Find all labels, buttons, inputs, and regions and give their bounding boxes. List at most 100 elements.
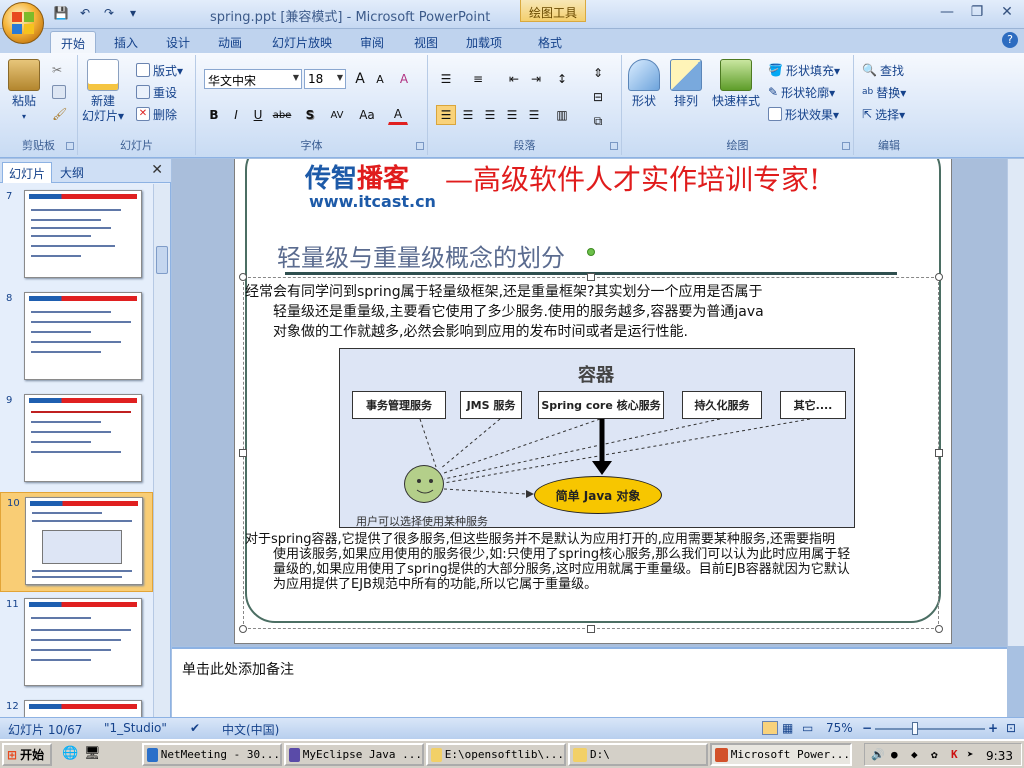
tray-icon[interactable]: ◆ [911, 748, 918, 761]
zoom-slider[interactable] [875, 728, 985, 730]
fit-to-window-icon[interactable]: ⊡ [1006, 721, 1016, 735]
cut-button[interactable]: ✂ [52, 61, 62, 79]
resize-handle[interactable] [587, 625, 595, 633]
slide-thumbnail[interactable]: 11 [0, 594, 153, 694]
distribute-icon[interactable]: ☰ [524, 105, 544, 125]
redo-icon[interactable]: ↷ [100, 4, 118, 22]
zoom-slider-knob[interactable] [912, 722, 918, 735]
minimize-button[interactable]: — [932, 2, 962, 22]
scrollbar-thumb[interactable] [156, 246, 168, 274]
shape-effects-button[interactable]: 形状效果▾ [768, 105, 839, 123]
select-button[interactable]: ⇱ 选择▾ [862, 105, 905, 123]
zoom-level[interactable]: 75% [826, 721, 853, 735]
layout-button[interactable]: 版式▾ [136, 61, 183, 79]
font-name-combo[interactable]: 华文中宋 ▼ [204, 69, 302, 89]
tab-slideshow[interactable]: 幻灯片放映 [262, 31, 342, 53]
panel-scrollbar[interactable] [153, 184, 170, 717]
columns-icon[interactable]: ▥ [552, 105, 572, 125]
taskbar-item[interactable]: MyEclipse Java ... [284, 743, 424, 766]
align-left-icon[interactable]: ☰ [436, 105, 456, 125]
find-button[interactable]: 🔍 查找 [862, 61, 904, 79]
resize-handle[interactable] [239, 273, 247, 281]
resize-handle[interactable] [239, 449, 247, 457]
reset-button[interactable]: 重设 [136, 83, 177, 101]
rotate-handle[interactable] [587, 248, 595, 256]
customize-qat-icon[interactable]: ▾ [124, 4, 142, 22]
strikethrough-button[interactable]: abe [272, 105, 292, 125]
align-text-icon[interactable]: ⊟ [588, 87, 608, 107]
quick-styles-button[interactable]: 快速样式 [712, 59, 760, 109]
shape-outline-button[interactable]: ✎ 形状轮廓▾ [768, 83, 835, 101]
slide-sorter-icon[interactable]: ▦ [782, 721, 793, 735]
format-painter-button[interactable]: 🖌 [52, 105, 67, 123]
notes-pane[interactable]: 单击此处添加备注 [172, 647, 1007, 717]
tab-format[interactable]: 格式 [528, 31, 572, 53]
shadow-button[interactable]: S [300, 105, 320, 125]
slide-thumbnail-selected[interactable]: 10 [0, 492, 153, 592]
taskbar-item[interactable]: NetMeeting - 30... [142, 743, 282, 766]
align-right-icon[interactable]: ☰ [480, 105, 500, 125]
tab-view[interactable]: 视图 [404, 31, 448, 53]
slide-thumbnail[interactable]: 7 [0, 186, 153, 286]
resize-handle[interactable] [587, 273, 595, 281]
slideshow-icon[interactable]: ▭ [802, 721, 813, 735]
font-size-combo[interactable]: 18 ▼ [304, 69, 346, 89]
align-center-icon[interactable]: ☰ [458, 105, 478, 125]
tray-icon[interactable]: 🔊 [871, 748, 885, 761]
underline-button[interactable]: U [248, 105, 268, 125]
increase-indent-icon[interactable]: ⇥ [526, 69, 546, 89]
close-button[interactable]: ✕ [992, 2, 1022, 22]
slide-title[interactable]: 轻量级与重量级概念的划分 [277, 238, 565, 273]
save-icon[interactable]: 💾 [52, 4, 70, 22]
slide-canvas[interactable]: 传智播客 www.itcast.cn —高级软件人才实作培训专家! 轻量级与重量… [234, 159, 952, 644]
resize-handle[interactable] [935, 273, 943, 281]
grow-font-button[interactable]: A [350, 69, 370, 89]
shrink-font-button[interactable]: A [370, 69, 390, 89]
language-indicator[interactable]: 中文(中国) [222, 721, 279, 738]
replace-button[interactable]: ab 替换▾ [862, 83, 906, 101]
tab-animations[interactable]: 动画 [208, 31, 252, 53]
decrease-indent-icon[interactable]: ⇤ [504, 69, 524, 89]
line-spacing-icon[interactable]: ↕ [552, 69, 572, 89]
taskbar-item[interactable]: D:\ [568, 743, 708, 766]
office-button[interactable] [2, 2, 44, 44]
resize-handle[interactable] [239, 625, 247, 633]
tray-icon[interactable]: ✿ [931, 748, 938, 761]
change-case-button[interactable]: Aa [354, 105, 380, 125]
zoom-in-button[interactable]: + [988, 721, 998, 735]
start-button[interactable]: ⊞ 开始 [2, 743, 52, 766]
delete-slide-button[interactable]: ✕ 删除 [136, 105, 177, 123]
tab-review[interactable]: 审阅 [350, 31, 394, 53]
copy-button[interactable] [52, 83, 66, 101]
smartart-icon[interactable]: ⧉ [588, 111, 608, 131]
body-paragraph-1[interactable]: 经常会有同学问到spring属于轻量级框架,还是重量框架?其实划分一个应用是否属… [245, 282, 925, 342]
arrange-button[interactable]: 排列 [670, 59, 702, 109]
shape-fill-button[interactable]: 🪣 形状填充▾ [768, 61, 840, 79]
quick-launch-ie-icon[interactable]: 🌐 [62, 746, 78, 761]
tab-addins[interactable]: 加载项 [456, 31, 512, 53]
font-color-button[interactable]: A [388, 105, 408, 125]
restore-button[interactable]: ❐ [962, 2, 992, 22]
quick-launch-desktop-icon[interactable]: 🖥 [84, 746, 101, 761]
new-slide-button[interactable]: 新建 幻灯片▾ [82, 59, 124, 124]
close-icon[interactable]: ✕ [151, 162, 163, 178]
taskbar-item-active[interactable]: Microsoft Power... [710, 743, 852, 766]
tray-icon[interactable]: ➤ [967, 748, 974, 761]
tray-icon[interactable]: ● [891, 748, 898, 761]
numbering-icon[interactable]: ≡ [468, 69, 488, 89]
slide-thumbnail[interactable]: 9 [0, 390, 153, 490]
tab-slides[interactable]: 幻灯片 [2, 162, 53, 183]
slide-thumbnail[interactable]: 12 [0, 696, 153, 717]
container-diagram[interactable]: 容器 事务管理服务 JMS 服务 Spring core 核心服务 持久化服务 … [339, 348, 855, 528]
dialog-launcher-icon[interactable] [610, 142, 618, 150]
tab-insert[interactable]: 插入 [104, 31, 148, 53]
text-direction-icon[interactable]: ⇕ [588, 63, 608, 83]
tab-home[interactable]: 开始 [50, 31, 97, 53]
bold-button[interactable]: B [204, 105, 224, 125]
resize-handle[interactable] [935, 449, 943, 457]
zoom-out-button[interactable]: − [862, 721, 872, 735]
spellcheck-icon[interactable]: ✔ [190, 721, 200, 735]
justify-icon[interactable]: ☰ [502, 105, 522, 125]
slide-scrollbar[interactable] [1007, 159, 1024, 646]
tab-outline[interactable]: 大纲 [54, 162, 90, 183]
